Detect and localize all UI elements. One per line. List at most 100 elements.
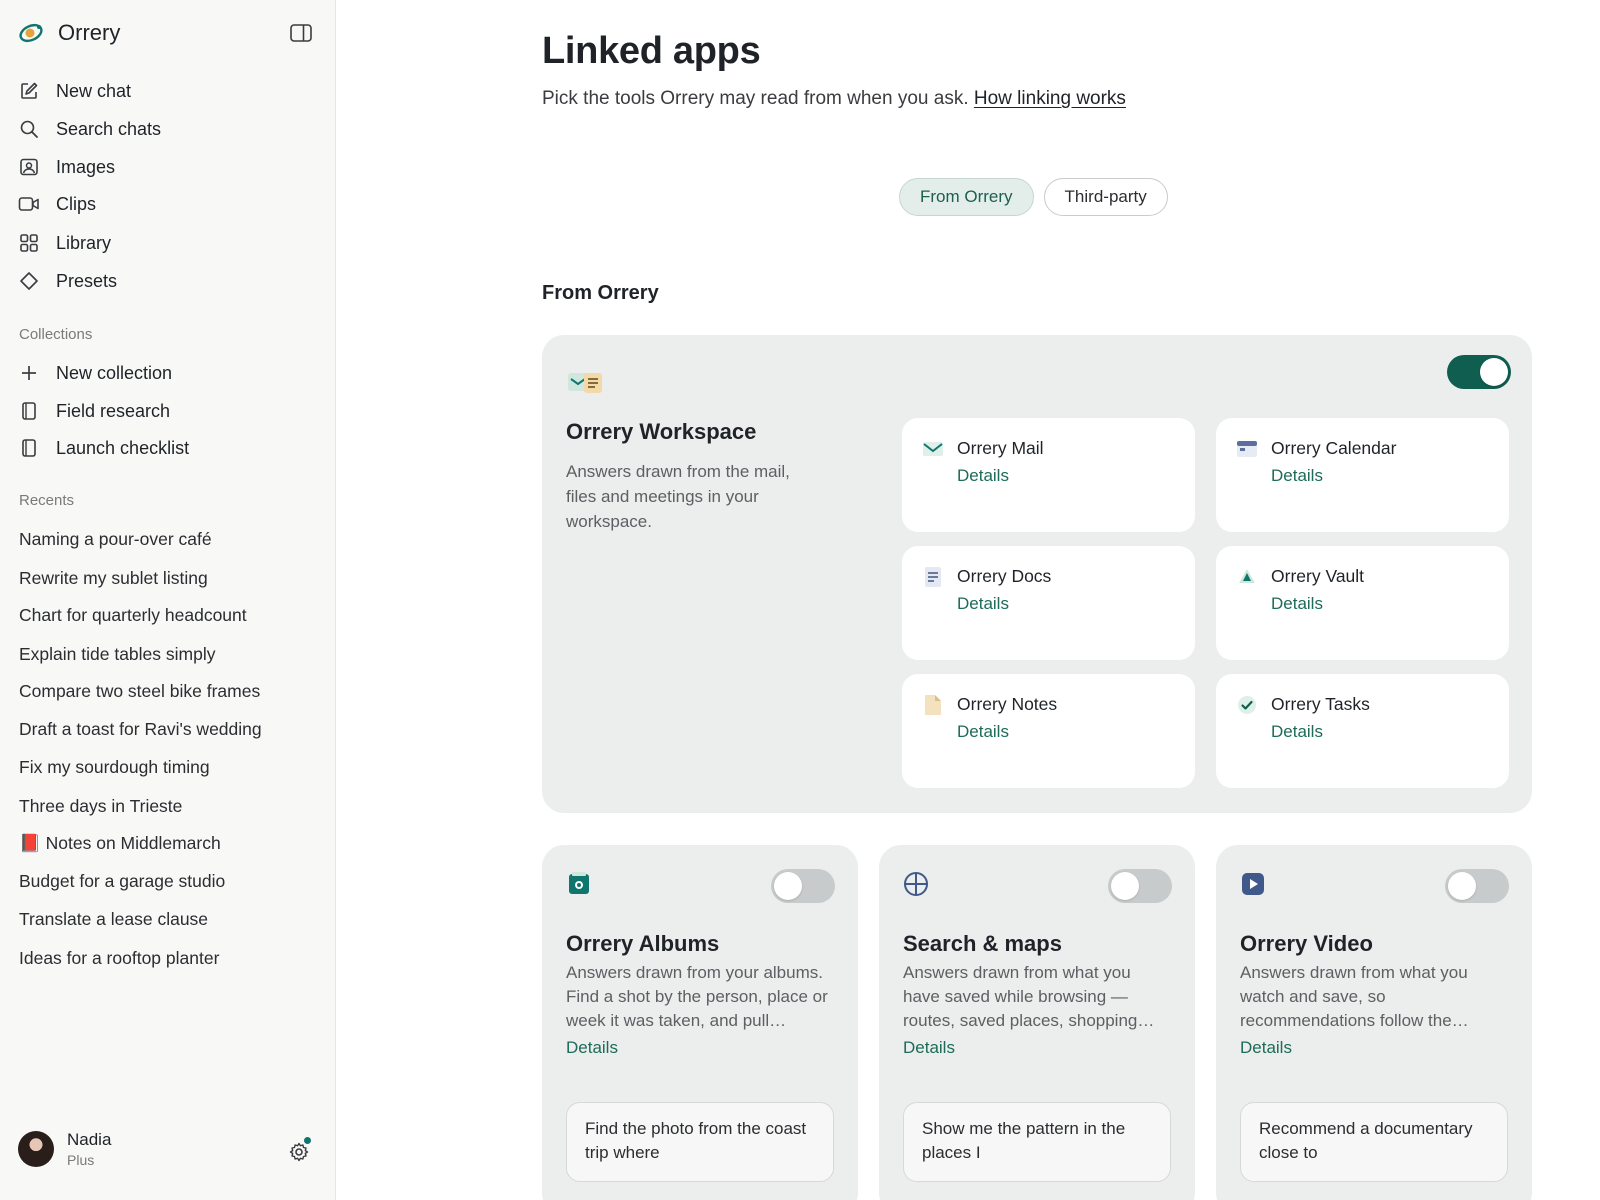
- source-tabs: From Orrery Third-party: [899, 178, 1168, 216]
- card-video: Orrery Video Answers drawn from what you…: [1216, 845, 1532, 1200]
- search-maps-toggle[interactable]: [1108, 869, 1172, 903]
- search-icon: [18, 118, 40, 140]
- collection-label: Field research: [56, 400, 171, 421]
- sidebar: Orrery New chat Search chats Images Clip…: [0, 0, 336, 1200]
- tab-third-party[interactable]: Third-party: [1043, 178, 1168, 216]
- app-tile-docs[interactable]: Orrery Docs Details: [902, 546, 1195, 660]
- notebook-icon: [18, 437, 40, 459]
- recent-chat-item[interactable]: Ideas for a rooftop planter: [19, 948, 219, 969]
- card-description: Answers drawn from your albums. Find a s…: [566, 963, 828, 1030]
- video-icon: [18, 193, 40, 215]
- app-name: Orrery Mail: [957, 438, 1044, 458]
- new-collection-button[interactable]: New collection: [18, 359, 318, 387]
- check-icon: [1238, 696, 1256, 714]
- collection-field-research[interactable]: Field research: [18, 397, 318, 425]
- recent-chat-item[interactable]: Rewrite my sublet listing: [19, 568, 208, 589]
- vault-triangle-icon: [1239, 569, 1255, 583]
- details-link[interactable]: Details: [903, 1038, 955, 1058]
- collection-label: New collection: [56, 362, 173, 383]
- grid-icon: [18, 232, 40, 254]
- doc-icon: [925, 567, 941, 587]
- orrery-logo-icon: [19, 23, 43, 43]
- nav-images[interactable]: Images: [18, 153, 318, 181]
- details-link[interactable]: Details: [1271, 722, 1323, 742]
- subtitle-text: Pick the tools Orrery may read from when…: [542, 88, 969, 109]
- suggested-prompt[interactable]: Find the photo from the coast trip where: [566, 1102, 834, 1182]
- recent-chat-item[interactable]: Naming a pour-over café: [19, 529, 212, 550]
- collection-launch-checklist[interactable]: Launch checklist: [18, 434, 318, 462]
- nav-new-chat[interactable]: New chat: [18, 77, 318, 105]
- page-title: Linked apps: [542, 30, 761, 72]
- app-tile-vault[interactable]: Orrery Vault Details: [1216, 546, 1509, 660]
- albums-icon: [569, 872, 589, 894]
- image-icon: [18, 156, 40, 178]
- app-tile-mail[interactable]: Orrery Mail Details: [902, 418, 1195, 532]
- card-description: Answers drawn from what you have saved w…: [903, 963, 1155, 1030]
- details-link[interactable]: Details: [957, 466, 1009, 486]
- note-icon: [925, 695, 941, 715]
- app-tile-tasks[interactable]: Orrery Tasks Details: [1216, 674, 1509, 788]
- card-search-maps: Search & maps Answers drawn from what yo…: [879, 845, 1195, 1200]
- tab-from-orrery[interactable]: From Orrery: [899, 178, 1034, 216]
- plus-icon: [18, 362, 40, 384]
- recent-chat-item[interactable]: Draft a toast for Ravi's wedding: [19, 719, 262, 740]
- nav-label: Search chats: [56, 118, 162, 139]
- workspace-toggle[interactable]: [1447, 355, 1511, 389]
- card-title: Orrery Albums: [566, 931, 720, 956]
- brand-name: Orrery: [58, 20, 121, 45]
- workspace-description: Answers drawn from the mail, files and m…: [566, 462, 790, 531]
- diamond-icon: [18, 270, 40, 292]
- details-link[interactable]: Details: [566, 1038, 618, 1058]
- recent-chat-item[interactable]: Budget for a garage studio: [19, 871, 225, 892]
- recents-label: Recents: [19, 492, 75, 509]
- toggle-knob: [774, 872, 802, 900]
- nav-library[interactable]: Library: [18, 229, 318, 257]
- sidebar-toggle-icon[interactable]: [290, 24, 312, 42]
- app-name: Orrery Calendar: [1271, 438, 1397, 458]
- nav-presets[interactable]: Presets: [18, 267, 318, 295]
- app-name: Orrery Tasks: [1271, 694, 1370, 714]
- details-link[interactable]: Details: [957, 594, 1009, 614]
- page-subtitle: Pick the tools Orrery may read from when…: [542, 88, 1126, 110]
- app-name: Orrery Docs: [957, 566, 1052, 586]
- workspace-card: Orrery Workspace Answers drawn from the …: [542, 335, 1532, 813]
- app-name: Orrery Vault: [1271, 566, 1365, 586]
- avatar: [18, 1131, 54, 1167]
- main-content: Linked apps Pick the tools Orrery may re…: [337, 0, 1600, 1200]
- app-tile-calendar[interactable]: Orrery Calendar Details: [1216, 418, 1509, 532]
- recent-chat-item[interactable]: Chart for quarterly headcount: [19, 605, 247, 626]
- workspace-icon: [568, 373, 602, 393]
- recent-chat-item[interactable]: Explain tide tables simply: [19, 644, 215, 665]
- user-plan: Plus: [67, 1152, 95, 1168]
- section-title: From Orrery: [542, 282, 659, 304]
- nav-search-chats[interactable]: Search chats: [18, 115, 318, 143]
- recent-chat-item[interactable]: Three days in Trieste: [19, 796, 182, 817]
- details-link[interactable]: Details: [957, 722, 1009, 742]
- app-tile-notes[interactable]: Orrery Notes Details: [902, 674, 1195, 788]
- brand[interactable]: Orrery: [18, 20, 120, 46]
- recent-chat-item[interactable]: 📕 Notes on Middlemarch: [19, 833, 221, 854]
- toggle-knob: [1480, 358, 1508, 386]
- how-linking-works-link[interactable]: How linking works: [974, 88, 1126, 109]
- details-link[interactable]: Details: [1240, 1038, 1292, 1058]
- card-title: Orrery Video: [1240, 931, 1373, 956]
- recent-chat-item[interactable]: Compare two steel bike frames: [19, 681, 260, 702]
- details-link[interactable]: Details: [1271, 466, 1323, 486]
- card-description: Answers drawn from what you watch and sa…: [1240, 963, 1469, 1030]
- details-link[interactable]: Details: [1271, 594, 1323, 614]
- video-toggle[interactable]: [1445, 869, 1509, 903]
- recent-chat-item[interactable]: Fix my sourdough timing: [19, 757, 210, 778]
- app-name: Orrery Notes: [957, 694, 1058, 714]
- toggle-knob: [1448, 872, 1476, 900]
- nav-label: Presets: [56, 270, 118, 291]
- user-profile[interactable]: Nadia Plus: [18, 1130, 111, 1168]
- card-title: Search & maps: [903, 931, 1062, 956]
- albums-toggle[interactable]: [771, 869, 835, 903]
- nav-clips[interactable]: Clips: [18, 190, 318, 218]
- card-albums: Orrery Albums Answers drawn from your al…: [542, 845, 858, 1200]
- nav-label: Images: [56, 156, 116, 177]
- recent-chat-item[interactable]: Translate a lease clause: [19, 909, 208, 930]
- collection-label: Launch checklist: [56, 437, 190, 458]
- suggested-prompt[interactable]: Show me the pattern in the places I: [903, 1102, 1171, 1182]
- suggested-prompt[interactable]: Recommend a documentary close to: [1240, 1102, 1508, 1182]
